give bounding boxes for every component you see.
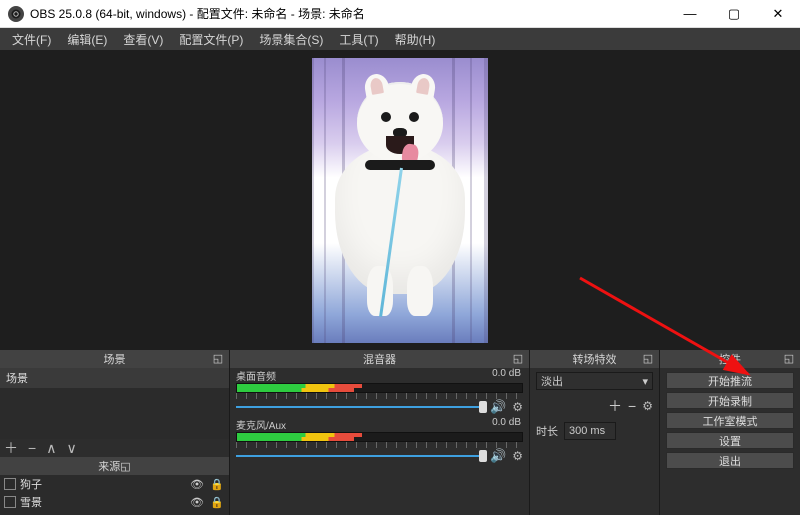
scene-up-button[interactable]: ∧ <box>46 440 56 457</box>
menu-edit[interactable]: 编辑(E) <box>59 31 115 48</box>
source-name: 雪景 <box>20 494 42 510</box>
window-title: OBS 25.0.8 (64-bit, windows) - 配置文件: 未命名… <box>30 5 365 22</box>
sources-title: 来源 <box>98 458 120 474</box>
speaker-icon[interactable]: 🔊 <box>490 448 506 464</box>
minimize-button[interactable]: — <box>668 0 712 28</box>
preview-content-dog <box>325 82 475 322</box>
preview-canvas[interactable] <box>312 58 488 343</box>
controls-header: 控件 ◱ <box>660 350 800 368</box>
vu-meter <box>236 432 523 442</box>
visibility-toggle[interactable]: 👁 <box>189 478 205 491</box>
menu-profile[interactable]: 配置文件(P) <box>171 31 251 48</box>
channel-name: 桌面音频 <box>236 368 276 383</box>
chevron-down-icon: ▾ <box>642 375 648 388</box>
popout-icon[interactable]: ◱ <box>641 351 655 365</box>
add-transition-button[interactable]: ＋ <box>608 396 622 416</box>
controls-panel: 控件 ◱ 开始推流 开始录制 工作室模式 设置 退出 <box>660 350 800 515</box>
gear-icon[interactable]: ⚙ <box>512 449 523 463</box>
gear-icon[interactable]: ⚙ <box>642 399 653 413</box>
scene-item[interactable]: 场景 <box>0 368 229 388</box>
scenes-header: 场景 ◱ <box>0 350 229 368</box>
duration-input[interactable]: 300 ms <box>564 422 616 440</box>
visibility-toggle[interactable]: 👁 <box>189 496 205 509</box>
transitions-header: 转场特效 ◱ <box>530 350 659 368</box>
popout-icon[interactable]: ◱ <box>211 351 225 365</box>
maximize-button[interactable]: ▢ <box>712 0 756 28</box>
channel-name: 麦克风/Aux <box>236 417 286 432</box>
channel-db: 0.0 dB <box>492 368 521 383</box>
mixer-panel: 混音器 ◱ 桌面音频 0.0 dB 🔊 ⚙ 麦克风/Aux 0.0 dB <box>230 350 530 515</box>
gear-icon[interactable]: ⚙ <box>512 400 523 414</box>
mixer-title: 混音器 <box>363 351 396 367</box>
studio-mode-button[interactable]: 工作室模式 <box>666 412 794 429</box>
transition-select[interactable]: 淡出 ▾ <box>536 372 653 390</box>
image-source-icon <box>4 496 16 508</box>
mixer-channel-desktop: 桌面音频 0.0 dB 🔊 ⚙ <box>236 368 523 415</box>
preview-area[interactable] <box>0 50 800 350</box>
speaker-icon[interactable]: 🔊 <box>490 399 506 415</box>
source-name: 狗子 <box>20 476 42 492</box>
close-button[interactable]: ✕ <box>756 0 800 28</box>
scenes-panel: 场景 ◱ 场景 ＋ − ∧ ∨ 来源 ◱ 狗子 👁 🔒 雪景 <box>0 350 230 515</box>
menu-tools[interactable]: 工具(T) <box>331 31 386 48</box>
scene-down-button[interactable]: ∨ <box>66 440 76 457</box>
popout-icon[interactable]: ◱ <box>120 460 130 473</box>
menubar: 文件(F) 编辑(E) 查看(V) 配置文件(P) 场景集合(S) 工具(T) … <box>0 28 800 50</box>
channel-db: 0.0 dB <box>492 417 521 432</box>
menu-file[interactable]: 文件(F) <box>4 31 59 48</box>
bottom-panels: 场景 ◱ 场景 ＋ − ∧ ∨ 来源 ◱ 狗子 👁 🔒 雪景 <box>0 350 800 515</box>
vu-meter <box>236 383 523 393</box>
sources-header: 来源 ◱ <box>0 457 229 475</box>
start-streaming-button[interactable]: 开始推流 <box>666 372 794 389</box>
remove-scene-button[interactable]: − <box>28 440 36 456</box>
menu-view[interactable]: 查看(V) <box>115 31 171 48</box>
lock-toggle[interactable]: 🔒 <box>209 478 225 491</box>
transitions-title: 转场特效 <box>573 351 617 367</box>
source-row[interactable]: 雪景 👁 🔒 <box>0 493 229 511</box>
image-source-icon <box>4 478 16 490</box>
popout-icon[interactable]: ◱ <box>782 351 796 365</box>
mixer-header: 混音器 ◱ <box>230 350 529 368</box>
menu-scene-collection[interactable]: 场景集合(S) <box>251 31 331 48</box>
add-scene-button[interactable]: ＋ <box>4 438 18 458</box>
source-row[interactable]: 狗子 👁 🔒 <box>0 475 229 493</box>
scene-list[interactable]: 场景 <box>0 368 229 439</box>
volume-slider[interactable] <box>236 403 484 411</box>
transition-mode: 淡出 <box>541 373 563 389</box>
titlebar: OBS 25.0.8 (64-bit, windows) - 配置文件: 未命名… <box>0 0 800 28</box>
start-recording-button[interactable]: 开始录制 <box>666 392 794 409</box>
duration-label: 时长 <box>536 423 558 439</box>
controls-title: 控件 <box>719 351 741 367</box>
menu-help[interactable]: 帮助(H) <box>387 31 444 48</box>
scenes-toolbar: ＋ − ∧ ∨ <box>0 439 229 457</box>
obs-app-icon <box>8 6 24 22</box>
lock-toggle[interactable]: 🔒 <box>209 496 225 509</box>
scenes-title: 场景 <box>104 351 126 367</box>
volume-slider[interactable] <box>236 452 484 460</box>
transitions-panel: 转场特效 ◱ 淡出 ▾ ＋ − ⚙ 时长 300 ms <box>530 350 660 515</box>
remove-transition-button[interactable]: − <box>628 398 636 414</box>
popout-icon[interactable]: ◱ <box>511 351 525 365</box>
exit-button[interactable]: 退出 <box>666 452 794 469</box>
settings-button[interactable]: 设置 <box>666 432 794 449</box>
source-list[interactable]: 狗子 👁 🔒 雪景 👁 🔒 <box>0 475 229 515</box>
mixer-channel-mic: 麦克风/Aux 0.0 dB 🔊 ⚙ <box>236 417 523 464</box>
